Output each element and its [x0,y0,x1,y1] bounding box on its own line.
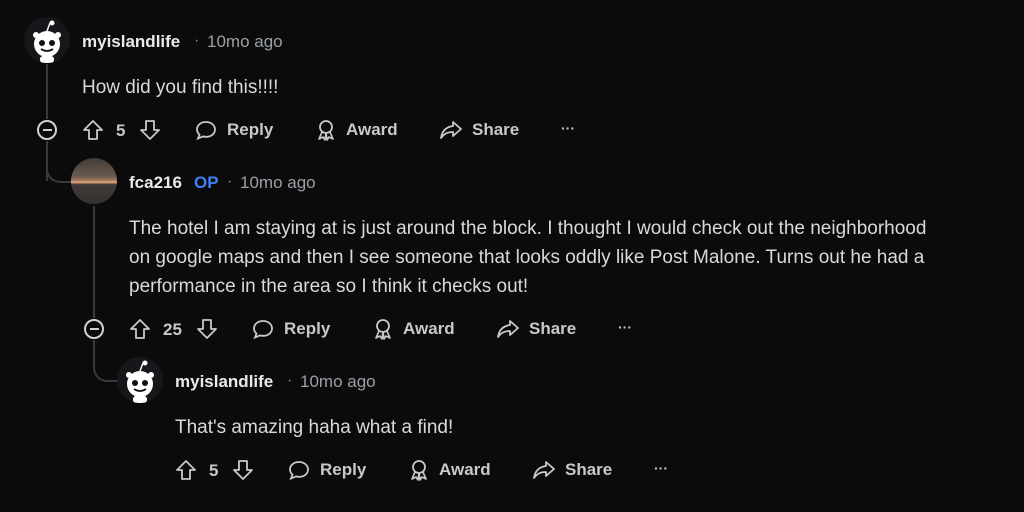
comment-timestamp[interactable]: 10mo ago [240,173,316,193]
comment-timestamp[interactable]: 10mo ago [207,32,283,52]
reply-button[interactable]: Reply [194,119,273,141]
downvote-button[interactable] [232,459,254,481]
comment-bubble-icon [289,461,309,481]
vote-count: 25 [163,320,182,339]
comment-body: That's amazing haha what a find! [175,417,454,438]
comment-body: The hotel I am staying at is just around… [129,214,1019,301]
award-button[interactable]: Award [371,318,455,340]
share-arrow-icon [533,461,555,479]
comment-body-line: The hotel I am staying at is just around… [129,218,927,239]
snoo-avatar-icon [126,360,154,403]
reply-label: Reply [284,319,331,338]
downvote-arrow-icon [197,319,217,339]
award-label: Award [403,319,455,338]
downvote-button[interactable] [196,318,218,340]
comment-author[interactable]: myislandlife [175,372,273,392]
more-options-button[interactable]: ··· [618,319,632,335]
collapse-thread-button[interactable] [37,120,57,140]
share-arrow-icon [497,320,519,338]
reply-label: Reply [227,120,274,139]
reply-label: Reply [320,460,367,479]
sunset-photo-avatar [71,181,117,204]
award-icon [318,120,334,141]
minus-icon [42,129,52,131]
upvote-button[interactable] [175,459,197,481]
comment-bubble-icon [253,320,273,340]
share-button[interactable]: Share [496,318,576,340]
thread-line [46,64,48,119]
upvote-button[interactable] [82,119,104,141]
comment-body: How did you find this!!!! [82,77,279,98]
avatar[interactable] [71,158,117,204]
meta-separator: · [227,173,233,190]
meta-separator: · [287,372,293,389]
comment-body-line: on google maps and then I see someone th… [129,247,925,268]
award-button[interactable]: Award [407,459,491,481]
thread-line [93,206,95,318]
reply-button[interactable]: Reply [251,318,330,340]
award-button[interactable]: Award [314,119,398,141]
comment-body-line: performance in the area so I think it ch… [129,276,529,297]
downvote-arrow-icon [140,120,160,140]
collapse-thread-button[interactable] [84,319,104,339]
share-arrow-icon [440,121,462,139]
avatar[interactable] [117,357,163,403]
downvote-button[interactable] [139,119,161,141]
vote-count: 5 [209,461,219,480]
award-label: Award [439,460,491,479]
upvote-button[interactable] [129,318,151,340]
vote-count: 5 [116,121,126,140]
thread-branch [46,141,72,183]
upvote-arrow-icon [130,319,150,339]
reply-button[interactable]: Reply [287,459,366,481]
upvote-arrow-icon [83,120,103,140]
share-label: Share [565,460,613,479]
downvote-arrow-icon [233,460,253,480]
share-button[interactable]: Share [532,459,612,481]
comment-author[interactable]: myislandlife [82,32,180,52]
more-options-button[interactable]: ··· [654,460,668,476]
comment-timestamp[interactable]: 10mo ago [300,372,376,392]
more-options-button[interactable]: ··· [561,120,575,136]
meta-separator: · [194,32,200,49]
snoo-avatar-icon [33,20,61,63]
thread-branch [93,340,119,382]
comment-bubble-icon [196,121,216,141]
avatar[interactable] [24,17,70,63]
comment-author[interactable]: fca216 [129,173,182,193]
award-label: Award [346,120,398,139]
minus-icon [89,328,99,330]
upvote-arrow-icon [176,460,196,480]
share-label: Share [529,319,577,338]
award-icon [375,319,391,340]
share-button[interactable]: Share [439,119,519,141]
op-badge: OP [194,173,219,192]
share-label: Share [472,120,520,139]
award-icon [411,460,427,481]
